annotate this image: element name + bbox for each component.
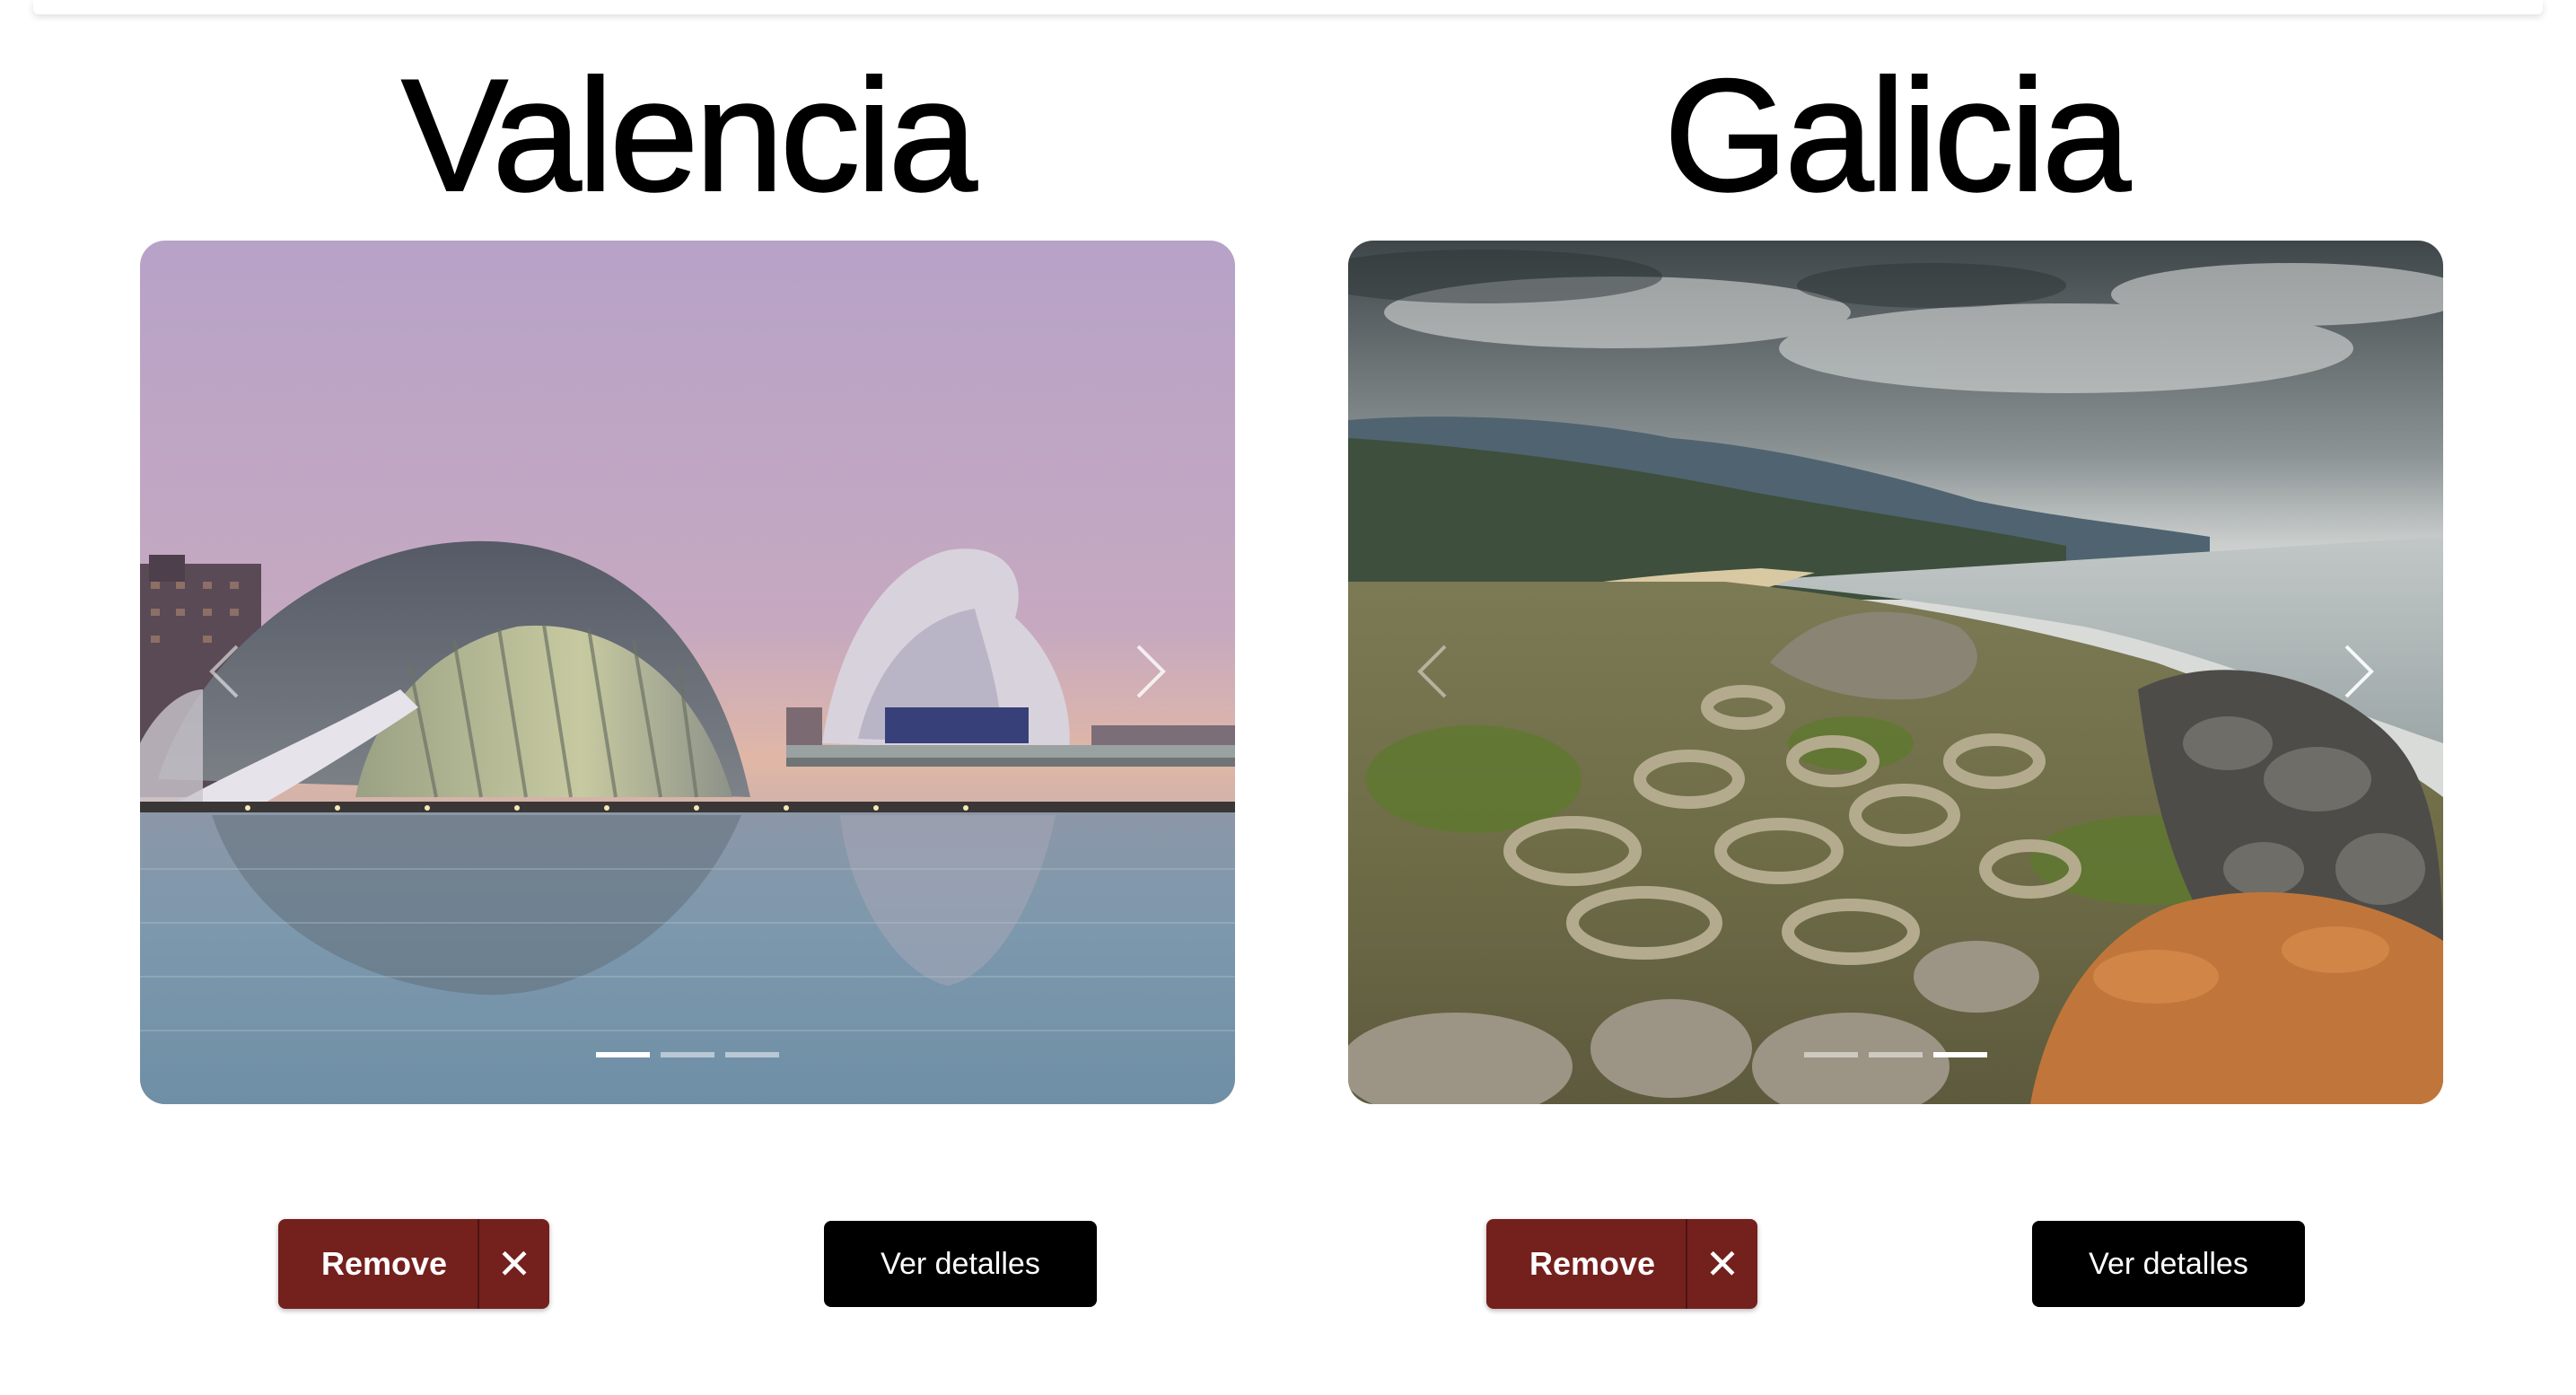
chevron-right-icon [2344, 645, 2374, 698]
chevron-left-icon [209, 645, 239, 698]
close-icon: ✕ [1704, 1241, 1740, 1287]
carousel-indicator-2[interactable] [661, 1052, 714, 1057]
remove-button-label: Remove [320, 1245, 448, 1282]
carousel-indicator-3[interactable] [1933, 1052, 1987, 1057]
image-carousel [140, 241, 1235, 1104]
image-carousel [1348, 241, 2443, 1104]
carousel-indicator-1[interactable] [1804, 1052, 1858, 1057]
view-details-button[interactable]: Ver detalles [824, 1221, 1097, 1307]
card-title: Galicia [1663, 46, 2132, 224]
destination-card-valencia: Valencia Remove ✕ Ver detalles [140, 0, 1235, 1395]
destination-card-galicia: Galicia Remove ✕ Ver detalles [1348, 0, 2443, 1395]
carousel-indicator-3[interactable] [725, 1052, 779, 1057]
carousel-photo-galicia [1348, 241, 2443, 1104]
carousel-indicator-1[interactable] [596, 1052, 650, 1057]
remove-button-label: Remove [1529, 1245, 1656, 1282]
close-icon: ✕ [496, 1241, 532, 1287]
carousel-prev-button[interactable] [1400, 636, 1463, 707]
carousel-next-button[interactable] [1120, 636, 1183, 707]
carousel-indicators [140, 1052, 1235, 1057]
chevron-right-icon [1136, 645, 1166, 698]
carousel-next-button[interactable] [2328, 636, 2391, 707]
carousel-indicators [1348, 1052, 2443, 1057]
view-details-button[interactable]: Ver detalles [2032, 1221, 2305, 1307]
card-title: Valencia [400, 46, 978, 224]
chevron-left-icon [1417, 645, 1447, 698]
carousel-indicator-2[interactable] [1869, 1052, 1923, 1057]
remove-button[interactable]: Remove ✕ [278, 1219, 549, 1309]
remove-button[interactable]: Remove ✕ [1486, 1219, 1757, 1309]
carousel-prev-button[interactable] [192, 636, 255, 707]
carousel-photo-valencia [140, 241, 1235, 1104]
